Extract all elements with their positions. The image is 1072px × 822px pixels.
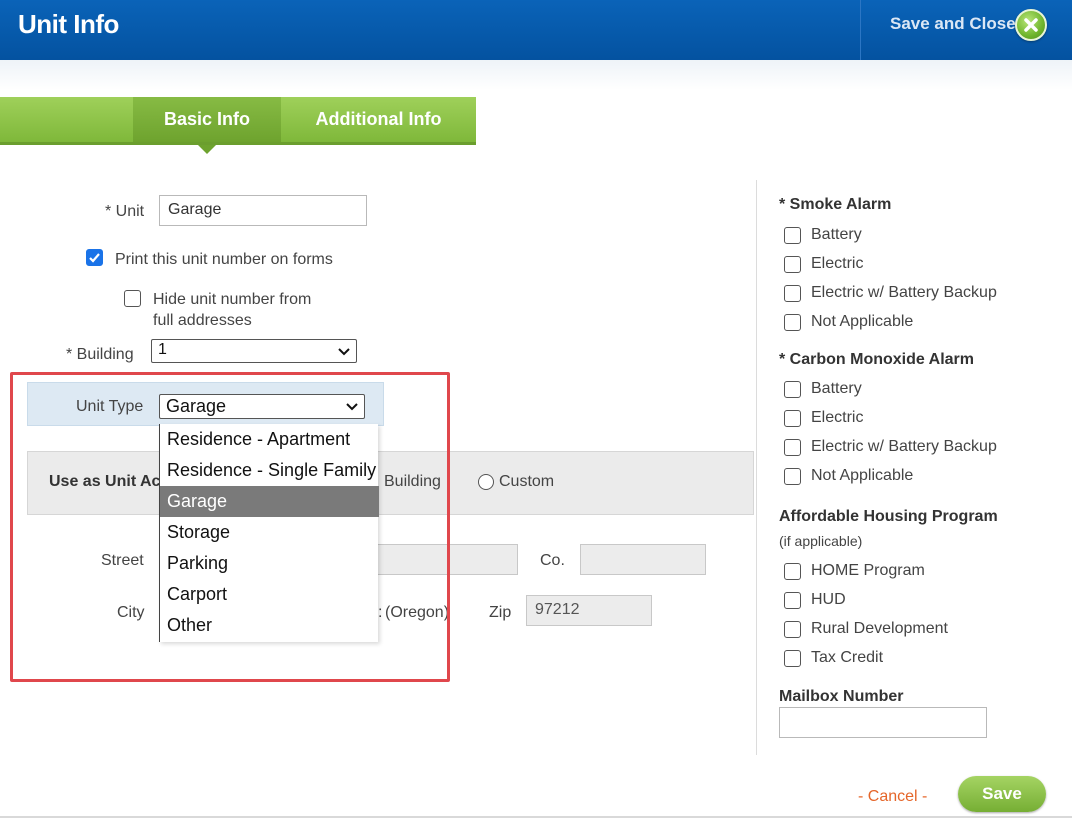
tab-bar: Basic Info Additional Info bbox=[0, 97, 476, 145]
co-not-applicable-checkbox[interactable] bbox=[784, 468, 801, 485]
home-program-checkbox[interactable] bbox=[784, 563, 801, 580]
co-option-label: Electric bbox=[811, 409, 864, 426]
use-as-address-label: Use as Unit Ac bbox=[49, 473, 161, 490]
unit-type-option[interactable]: Residence - Apartment bbox=[160, 424, 379, 455]
unit-label: * Unit bbox=[105, 203, 145, 220]
hide-unit-label-line1: Hide unit number from bbox=[153, 291, 312, 308]
zip-input[interactable]: 97212 bbox=[526, 595, 652, 626]
unit-type-dropdown-list: Residence - Apartment Residence - Single… bbox=[159, 424, 379, 642]
subheader-shade bbox=[0, 60, 1072, 90]
header-bar: Unit Info Save and Close bbox=[0, 0, 1072, 60]
active-tab-notch bbox=[198, 145, 216, 154]
unit-type-option[interactable]: Carport bbox=[160, 579, 379, 610]
city-label: City bbox=[117, 604, 145, 621]
building-select[interactable]: 1 bbox=[151, 339, 357, 363]
radio-custom-label: Custom bbox=[499, 473, 555, 490]
hide-unit-label-line2: full addresses bbox=[153, 312, 252, 329]
unit-type-option-selected[interactable]: Garage bbox=[160, 486, 379, 517]
state-text: (Oregon) bbox=[385, 604, 450, 621]
print-unit-checkbox[interactable] bbox=[86, 249, 103, 266]
smoke-option-label: Battery bbox=[811, 226, 862, 243]
co-option-label: Electric w/ Battery Backup bbox=[811, 438, 997, 455]
street-label: Street bbox=[101, 552, 144, 569]
housing-option-label: HOME Program bbox=[811, 562, 925, 579]
print-unit-label: Print this unit number on forms bbox=[115, 251, 333, 268]
unit-type-label: Unit Type bbox=[76, 398, 144, 415]
building-select-value: 1 bbox=[158, 341, 167, 358]
hud-checkbox[interactable] bbox=[784, 592, 801, 609]
county-input[interactable] bbox=[580, 544, 706, 575]
page-title: Unit Info bbox=[18, 9, 119, 39]
housing-program-title: Affordable Housing Program bbox=[779, 508, 998, 525]
housing-option-label: Rural Development bbox=[811, 620, 948, 637]
column-divider bbox=[756, 180, 757, 755]
smoke-option-label: Electric w/ Battery Backup bbox=[811, 284, 997, 301]
unit-type-option[interactable]: Other bbox=[160, 610, 379, 641]
housing-option-label: HUD bbox=[811, 591, 846, 608]
mailbox-number-title: Mailbox Number bbox=[779, 688, 904, 705]
save-and-close-link[interactable]: Save and Close bbox=[890, 14, 1016, 34]
smoke-alarm-title: * Smoke Alarm bbox=[779, 196, 892, 213]
zip-label: Zip bbox=[489, 604, 512, 621]
unit-type-option[interactable]: Storage bbox=[160, 517, 379, 548]
tab-additional-info[interactable]: Additional Info bbox=[281, 97, 476, 142]
header-divider bbox=[860, 0, 861, 60]
housing-program-subtitle: (if applicable) bbox=[779, 533, 863, 549]
unit-type-select[interactable]: Garage bbox=[159, 394, 365, 419]
close-circle-icon[interactable] bbox=[1015, 9, 1047, 41]
cancel-link[interactable]: - Cancel - bbox=[858, 788, 927, 806]
co-option-label: Not Applicable bbox=[811, 467, 914, 484]
building-label: * Building bbox=[66, 346, 134, 363]
smoke-option-label: Not Applicable bbox=[811, 313, 914, 330]
mailbox-number-input[interactable] bbox=[779, 707, 987, 738]
smoke-option-label: Electric bbox=[811, 255, 864, 272]
radio-building-label: Building bbox=[384, 473, 441, 490]
smoke-battery-checkbox[interactable] bbox=[784, 227, 801, 244]
smoke-electric-checkbox[interactable] bbox=[784, 256, 801, 273]
smoke-not-applicable-checkbox[interactable] bbox=[784, 314, 801, 331]
co-option-label: Battery bbox=[811, 380, 862, 397]
smoke-electric-backup-checkbox[interactable] bbox=[784, 285, 801, 302]
co-electric-checkbox[interactable] bbox=[784, 410, 801, 427]
rural-development-checkbox[interactable] bbox=[784, 621, 801, 638]
radio-custom[interactable] bbox=[478, 474, 494, 490]
unit-input[interactable]: Garage bbox=[159, 195, 367, 226]
tax-credit-checkbox[interactable] bbox=[784, 650, 801, 667]
unit-type-option[interactable]: Parking bbox=[160, 548, 379, 579]
unit-type-select-value: Garage bbox=[166, 396, 227, 416]
chevron-down-icon bbox=[346, 403, 358, 411]
tab-basic-info[interactable]: Basic Info bbox=[133, 97, 281, 142]
hide-unit-checkbox[interactable] bbox=[124, 290, 141, 307]
unit-type-option[interactable]: Residence - Single Family bbox=[160, 455, 379, 486]
county-label: Co. bbox=[540, 552, 565, 569]
bottom-rule bbox=[0, 816, 1072, 818]
housing-option-label: Tax Credit bbox=[811, 649, 884, 666]
chevron-down-icon bbox=[338, 348, 350, 356]
save-button[interactable]: Save bbox=[958, 776, 1046, 812]
co-alarm-title: * Carbon Monoxide Alarm bbox=[779, 351, 974, 368]
co-electric-backup-checkbox[interactable] bbox=[784, 439, 801, 456]
street-input[interactable] bbox=[370, 544, 518, 575]
co-battery-checkbox[interactable] bbox=[784, 381, 801, 398]
